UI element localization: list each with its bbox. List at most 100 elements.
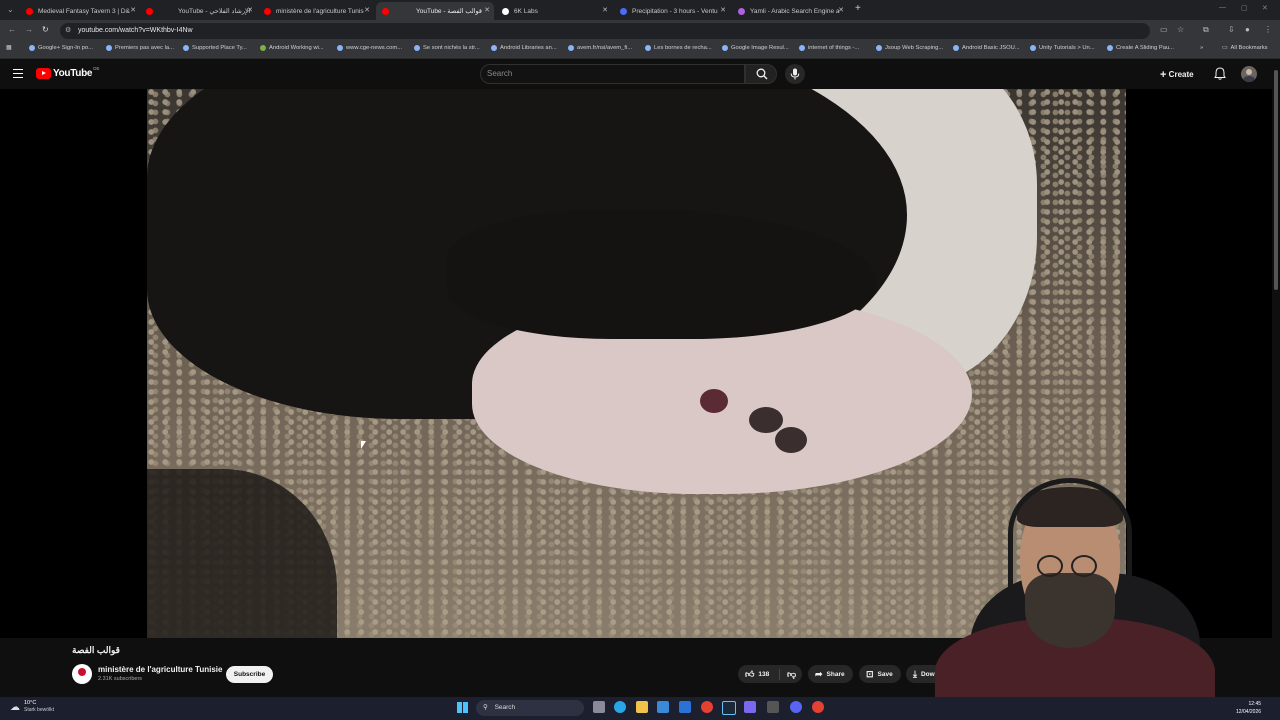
bookmark-item[interactable]: Premiers pas avec la... xyxy=(106,45,174,51)
hamburger-menu-icon[interactable] xyxy=(13,69,23,80)
bookmark-favicon-icon xyxy=(1107,45,1113,51)
scrollbar-thumb[interactable] xyxy=(1274,70,1278,290)
windows-start-icon[interactable] xyxy=(457,702,468,713)
bookmark-item[interactable]: Create A Sliding Pau... xyxy=(1107,45,1174,51)
task-view-icon[interactable] xyxy=(593,701,605,713)
share-button[interactable]: ➦ Share xyxy=(808,665,853,683)
mail-icon[interactable] xyxy=(679,701,691,713)
browser-menu-icon[interactable]: ⋮ xyxy=(1264,25,1272,34)
search-button[interactable] xyxy=(745,64,777,84)
bookmark-item[interactable]: Se sont nichés la str... xyxy=(414,45,480,51)
bookmark-item[interactable]: Les bornes de recha... xyxy=(645,45,712,51)
like-button[interactable]: 👍︎ 138 xyxy=(738,668,780,680)
tab-active-video[interactable]: YouTube - قوالب الفصة ✕ xyxy=(376,2,494,20)
steam-icon[interactable] xyxy=(722,701,736,715)
voice-search-button[interactable] xyxy=(785,64,805,84)
more-bookmarks-icon[interactable]: » xyxy=(1200,45,1203,51)
bookmark-item[interactable]: Supported Place Ty... xyxy=(183,45,247,51)
chrome-profile-icon[interactable] xyxy=(812,701,824,713)
tab-ministere[interactable]: ministère de l'agriculture Tunis ✕ xyxy=(258,2,374,20)
file-explorer-icon[interactable] xyxy=(636,701,648,713)
notifications-bell-icon[interactable] xyxy=(1214,67,1226,80)
tab-title: 6K Labs xyxy=(514,7,538,15)
save-button[interactable]: ⊡ Save xyxy=(859,665,901,683)
copilot-icon[interactable] xyxy=(614,701,626,713)
yamli-favicon-icon xyxy=(738,7,745,15)
window-close-icon[interactable]: ✕ xyxy=(1262,4,1268,12)
subscribe-button[interactable]: Subscribe xyxy=(226,666,273,683)
tab-title: Medieval Fantasy Tavern 3 | D& xyxy=(38,7,130,15)
close-tab-icon[interactable]: ✕ xyxy=(130,6,136,14)
maximize-icon[interactable]: ▢ xyxy=(1241,4,1248,12)
ventusky-favicon-icon xyxy=(620,7,627,15)
youtube-logo[interactable]: YouTube DE xyxy=(36,66,100,79)
all-bookmarks[interactable]: ▭ All Bookmarks xyxy=(1222,45,1268,51)
taskbar-search[interactable]: ⚲ Search xyxy=(476,700,584,716)
tab-yamli[interactable]: Yamli - Arabic Search Engine a ✕ xyxy=(732,2,848,20)
close-tab-icon[interactable]: ✕ xyxy=(484,6,490,14)
bookmark-favicon-icon xyxy=(337,45,343,51)
discord-icon[interactable] xyxy=(790,701,802,713)
chrome-icon[interactable] xyxy=(701,701,713,713)
weather-widget[interactable]: ☁ 10°C Stark bewölkt xyxy=(10,700,54,714)
cast-icon[interactable]: ▭ xyxy=(1160,25,1168,34)
search-input[interactable]: Search xyxy=(480,64,745,84)
new-tab-icon[interactable]: + xyxy=(855,3,861,14)
reload-icon[interactable]: ↻ xyxy=(42,25,49,34)
forward-icon[interactable]: → xyxy=(25,25,33,34)
address-bar[interactable]: ⚙ youtube.com/watch?v=WKthbv-I4Nw xyxy=(60,23,1150,39)
clock-time: 12:45 xyxy=(1248,701,1262,707)
dislike-button[interactable]: 👎︎ xyxy=(780,669,796,680)
bookmark-item[interactable]: avem.fr/nsi/avem_fi... xyxy=(568,45,632,51)
youtube-favicon-icon xyxy=(146,7,153,15)
tab-6klabs[interactable]: 6K Labs ✕ xyxy=(496,2,612,20)
account-avatar[interactable] xyxy=(1241,66,1257,82)
bookmark-favicon-icon xyxy=(568,45,574,51)
system-clock[interactable]: 12:45 12/04/2026 xyxy=(1236,700,1261,716)
unity-icon[interactable] xyxy=(767,701,779,713)
profile-icon[interactable]: ● xyxy=(1245,25,1250,34)
close-tab-icon[interactable]: ✕ xyxy=(602,6,608,14)
store-icon[interactable] xyxy=(657,701,669,713)
bookmark-item[interactable]: internet of things -... xyxy=(799,45,859,51)
bookmark-item[interactable]: Google Image Resul... xyxy=(722,45,789,51)
back-icon[interactable]: ← xyxy=(8,25,16,34)
bookmark-item[interactable]: Android Working wi... xyxy=(260,45,324,51)
bookmark-item[interactable]: Google+ Sign-In po... xyxy=(29,45,93,51)
apps-grid-icon[interactable]: ▦ xyxy=(6,45,11,51)
taskbar-search-label: Search xyxy=(494,704,516,711)
share-icon: ➦ xyxy=(815,668,823,679)
bookmark-item[interactable]: www.cge-news.com... xyxy=(337,45,402,51)
bookmark-favicon-icon xyxy=(1030,45,1036,51)
close-tab-icon[interactable]: ✕ xyxy=(838,6,844,14)
app-icon[interactable] xyxy=(744,701,756,713)
channel-avatar[interactable] xyxy=(72,664,92,684)
page-scrollbar[interactable] xyxy=(1272,62,1280,692)
bookmark-label: Android Basic JSOU... xyxy=(962,45,1020,51)
create-button[interactable]: + Create xyxy=(1160,68,1194,81)
bookmark-item[interactable]: Unity Tutorials > Un... xyxy=(1030,45,1095,51)
close-tab-icon[interactable]: ✕ xyxy=(247,6,253,14)
extensions-icon[interactable]: ⧉ xyxy=(1203,25,1209,35)
channel-name[interactable]: ministère de l'agriculture Tunisie xyxy=(98,665,222,674)
weather-condition: Stark bewölkt xyxy=(24,707,55,713)
tab-irchad[interactable]: YouTube - الإرشاد الفلاحي ✕ xyxy=(140,2,257,20)
bookmarks-bar: ▦ Google+ Sign-In po... Premiers pas ave… xyxy=(0,42,1280,59)
bookmark-item[interactable]: Android Basic JSOU... xyxy=(953,45,1020,51)
download-icon: ⤓ xyxy=(913,668,917,679)
bookmark-star-icon[interactable]: ☆ xyxy=(1177,25,1184,34)
minimize-icon[interactable]: — xyxy=(1219,4,1226,11)
downloads-icon[interactable]: ⇩ xyxy=(1228,25,1235,34)
close-tab-icon[interactable]: ✕ xyxy=(720,6,726,14)
bookmark-label: Premiers pas avec la... xyxy=(115,45,174,51)
tab-ventusky[interactable]: Precipitation - 3 hours - Ventu ✕ xyxy=(614,2,730,20)
country-code: DE xyxy=(93,66,100,71)
bookmark-item[interactable]: Jsoup Web Scraping... xyxy=(876,45,943,51)
tab-title: Yamli - Arabic Search Engine a xyxy=(750,7,840,15)
close-tab-icon[interactable]: ✕ xyxy=(364,6,370,14)
bookmark-item[interactable]: Android Libraries an... xyxy=(491,45,557,51)
tab-medieval[interactable]: Medieval Fantasy Tavern 3 | D& ✕ xyxy=(20,2,140,20)
bookmark-favicon-icon xyxy=(645,45,651,51)
site-info-icon[interactable]: ⚙ xyxy=(65,23,71,39)
tab-search-icon[interactable]: ⌄ xyxy=(7,5,14,14)
